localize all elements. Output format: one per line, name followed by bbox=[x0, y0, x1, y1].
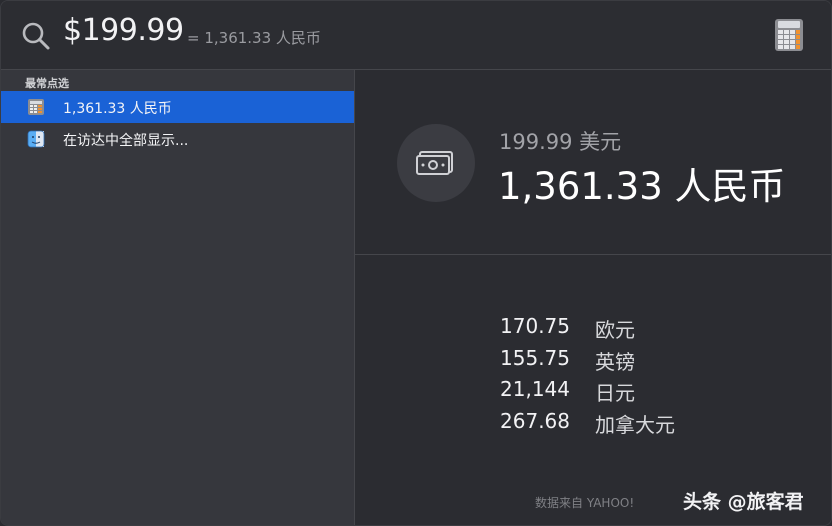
currency-icon-badge bbox=[397, 124, 475, 202]
watermark: 头条 @旅客君 bbox=[683, 491, 804, 513]
rate-value: 170.75 bbox=[500, 314, 570, 338]
detail-pane: 199.99 美元 1,361.33 人民币 170.75 欧元 155.75 … bbox=[355, 70, 831, 525]
search-bar[interactable]: $199.99 = 1,361.33 人民币 bbox=[1, 1, 831, 70]
result-item-label: 在访达中全部显示... bbox=[63, 133, 189, 149]
rate-currency: 加拿大元 bbox=[595, 412, 675, 437]
banknote-icon bbox=[416, 151, 453, 175]
section-header: 最常点选 bbox=[25, 77, 69, 90]
rate-value: 267.68 bbox=[500, 408, 570, 433]
finder-icon bbox=[27, 130, 45, 148]
rate-row: 21,144 日元 bbox=[355, 377, 831, 409]
source-amount: 199.99 美元 bbox=[499, 130, 622, 154]
rate-row: 267.68 加拿大元 bbox=[355, 408, 831, 441]
result-item-show-all-in-finder[interactable]: 在访达中全部显示... bbox=[1, 123, 354, 155]
results-list: 最常点选 1,361.33 人民币 在访达中全部显示... bbox=[1, 70, 355, 525]
search-query[interactable]: $199.99 bbox=[63, 13, 184, 48]
data-source-credit[interactable]: 数据来自 YAHOO! bbox=[535, 494, 634, 511]
spotlight-window: $199.99 = 1,361.33 人民币 最常点选 1,361.33 人民币… bbox=[0, 0, 832, 526]
rate-value: 21,144 bbox=[500, 377, 570, 401]
divider bbox=[355, 254, 831, 255]
rate-currency: 英镑 bbox=[595, 349, 635, 374]
rate-currency: 欧元 bbox=[595, 318, 635, 342]
rate-currency: 日元 bbox=[595, 381, 635, 405]
rates-table: 170.75 欧元 155.75 英镑 21,144 日元 267.68 加拿大… bbox=[355, 314, 831, 441]
search-icon bbox=[22, 22, 50, 50]
rate-row: 155.75 英镑 bbox=[355, 345, 831, 378]
result-item-conversion[interactable]: 1,361.33 人民币 bbox=[1, 91, 354, 123]
calculator-icon[interactable] bbox=[773, 17, 805, 53]
result-amount[interactable]: 1,361.33 人民币 bbox=[498, 156, 786, 210]
rate-row: 170.75 欧元 bbox=[355, 314, 831, 346]
rate-value: 155.75 bbox=[500, 345, 570, 370]
result-item-label: 1,361.33 人民币 bbox=[63, 101, 172, 117]
inline-result: = 1,361.33 人民币 bbox=[187, 29, 321, 47]
calculator-icon bbox=[28, 99, 44, 115]
